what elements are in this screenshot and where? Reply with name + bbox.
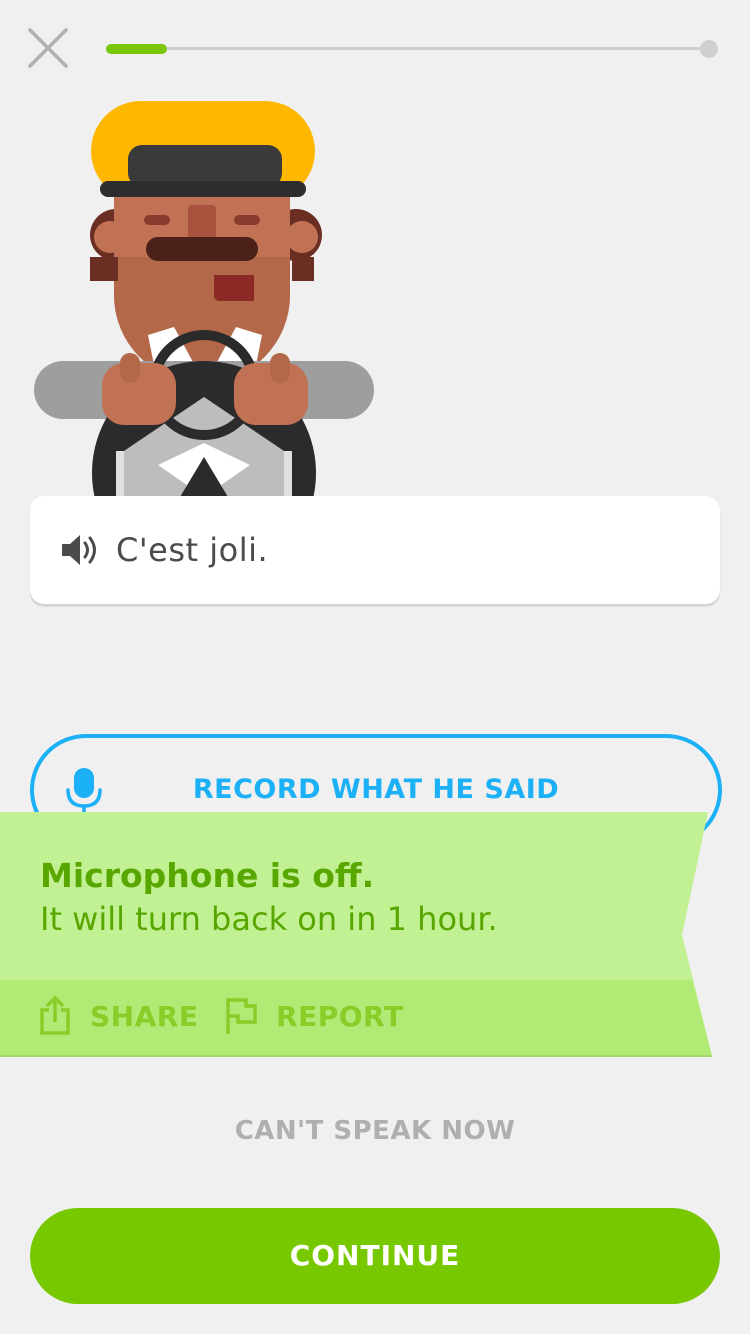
share-label: SHARE — [90, 999, 199, 1033]
microphone-off-banner: Microphone is off. It will turn back on … — [0, 812, 712, 1058]
banner-title: Microphone is off. — [40, 856, 375, 895]
close-button[interactable] — [26, 26, 70, 70]
record-label: RECORD WHAT HE SAID — [192, 774, 560, 805]
report-button[interactable]: REPORT — [224, 992, 403, 1040]
report-label: REPORT — [276, 999, 404, 1033]
banner-subtitle: It will turn back on in 1 hour. — [40, 900, 498, 938]
lesson-progress-bar — [106, 40, 718, 58]
prompt-sentence: C'est joli. — [116, 531, 269, 569]
cant-speak-now-button[interactable]: CAN'T SPEAK NOW — [0, 1116, 750, 1146]
progress-end-dot — [700, 40, 718, 58]
close-icon — [28, 28, 68, 68]
continue-label: CONTINUE — [289, 1239, 461, 1272]
share-button[interactable]: SHARE — [38, 992, 198, 1040]
flag-icon — [226, 998, 257, 1034]
continue-button[interactable]: CONTINUE — [30, 1208, 720, 1304]
progress-fill — [106, 44, 168, 54]
speech-card: C'est joli. — [30, 496, 720, 604]
character-illustration — [30, 95, 380, 497]
speaker-icon — [62, 535, 96, 565]
speaker-button[interactable] — [60, 530, 100, 570]
share-icon — [40, 996, 70, 1035]
